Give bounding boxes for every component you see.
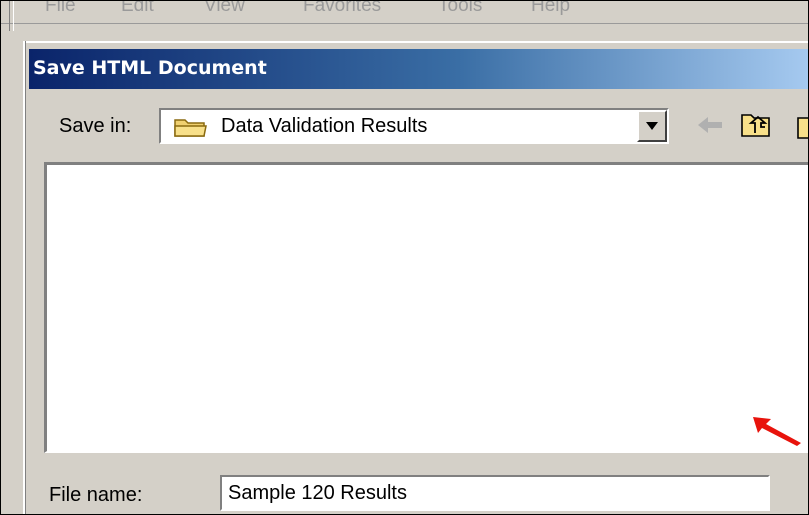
menu-bar: File Edit View Favorites Tools Help (1, 1, 808, 24)
dialog-border-left (23, 41, 26, 514)
back-arrow-icon[interactable] (696, 114, 724, 141)
folder-icon (173, 116, 209, 143)
menu-favorites[interactable]: Favorites (303, 1, 381, 17)
save-in-label: Save in: (59, 115, 132, 137)
application-window: File Edit View Favorites Tools Help Save… (0, 0, 809, 515)
menu-view[interactable]: View (204, 1, 245, 17)
dropdown-button[interactable] (637, 110, 667, 142)
dialog-border-top (23, 41, 808, 43)
file-list-view[interactable] (44, 162, 808, 453)
window-edge (9, 1, 14, 31)
dialog-title-bar[interactable]: Save HTML Document (29, 49, 808, 89)
new-folder-icon[interactable] (794, 114, 808, 145)
save-in-value: Data Validation Results (221, 115, 428, 137)
save-in-dropdown[interactable]: Data Validation Results (159, 108, 669, 144)
red-pointer-arrow-icon (749, 411, 805, 452)
up-one-level-icon[interactable] (739, 109, 773, 144)
menu-file[interactable]: File (45, 1, 76, 17)
menu-help[interactable]: Help (531, 1, 570, 17)
menu-tools[interactable]: Tools (438, 1, 482, 17)
dialog-title: Save HTML Document (33, 57, 267, 79)
file-name-input[interactable] (220, 475, 770, 511)
menu-edit[interactable]: Edit (121, 1, 154, 17)
file-name-label: File name: (49, 484, 143, 506)
